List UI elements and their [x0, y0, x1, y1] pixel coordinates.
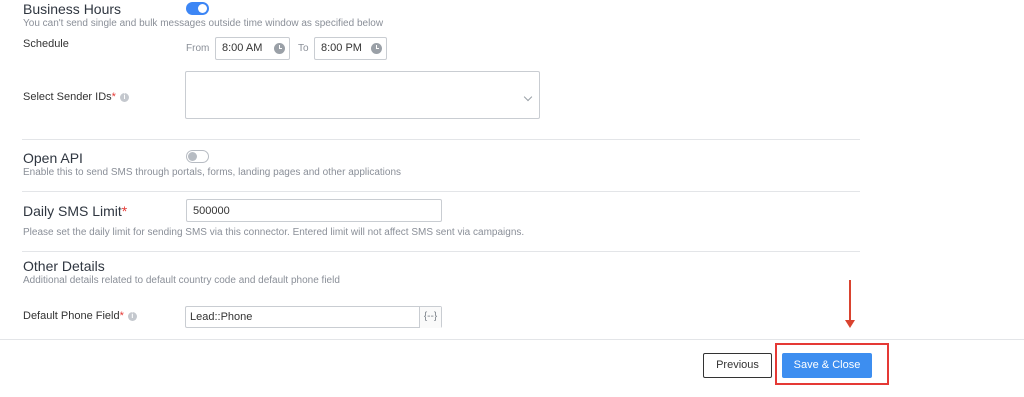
divider — [22, 191, 860, 192]
sender-ids-label: Select Sender IDs — [23, 91, 112, 103]
phone-field-label: Default Phone Field — [23, 310, 120, 322]
daily-limit-title-group: Daily SMS Limit* — [23, 203, 127, 219]
business-hours-toggle[interactable] — [186, 2, 209, 15]
from-time-value: 8:00 AM — [222, 42, 263, 54]
daily-limit-input[interactable]: 500000 — [186, 199, 442, 222]
to-time-input[interactable]: 8:00 PM — [314, 37, 387, 60]
sender-ids-select[interactable] — [185, 71, 540, 119]
other-details-title: Other Details — [23, 258, 105, 274]
footer-divider — [0, 339, 1024, 340]
phone-field-value: Lead::Phone — [190, 311, 253, 323]
to-label: To — [298, 43, 309, 54]
previous-button[interactable]: Previous — [703, 353, 772, 378]
divider — [22, 139, 860, 140]
required-mark: * — [111, 91, 116, 103]
annotation-arrow — [849, 280, 851, 322]
business-hours-description: You can't send single and bulk messages … — [23, 18, 384, 29]
required-mark: * — [121, 203, 128, 219]
daily-limit-title: Daily SMS Limit — [23, 203, 122, 219]
annotation-arrowhead — [845, 320, 855, 328]
clock-icon — [274, 43, 285, 54]
open-api-title: Open API — [23, 150, 83, 166]
business-hours-title: Business Hours — [23, 1, 122, 17]
from-label: From — [186, 43, 210, 54]
chevron-down-icon — [523, 92, 533, 102]
highlight-box — [775, 343, 889, 385]
phone-field-input[interactable]: Lead::Phone {--} — [185, 306, 442, 328]
clock-icon — [371, 43, 382, 54]
info-icon[interactable]: i — [127, 311, 137, 321]
info-icon[interactable]: i — [119, 92, 129, 102]
open-api-description: Enable this to send SMS through portals,… — [23, 167, 402, 178]
divider — [22, 251, 860, 252]
insert-token-button[interactable]: {--} — [419, 307, 441, 328]
sender-ids-label-group: Select Sender IDs* i — [23, 91, 129, 103]
phone-field-label-group: Default Phone Field* i — [23, 310, 137, 322]
required-mark: * — [119, 310, 124, 322]
open-api-toggle[interactable] — [186, 150, 209, 163]
to-time-value: 8:00 PM — [321, 42, 362, 54]
from-time-input[interactable]: 8:00 AM — [215, 37, 290, 60]
daily-limit-description: Please set the daily limit for sending S… — [23, 227, 525, 238]
schedule-label: Schedule — [23, 38, 69, 50]
daily-limit-value: 500000 — [193, 205, 230, 217]
other-details-description: Additional details related to default co… — [23, 275, 340, 286]
